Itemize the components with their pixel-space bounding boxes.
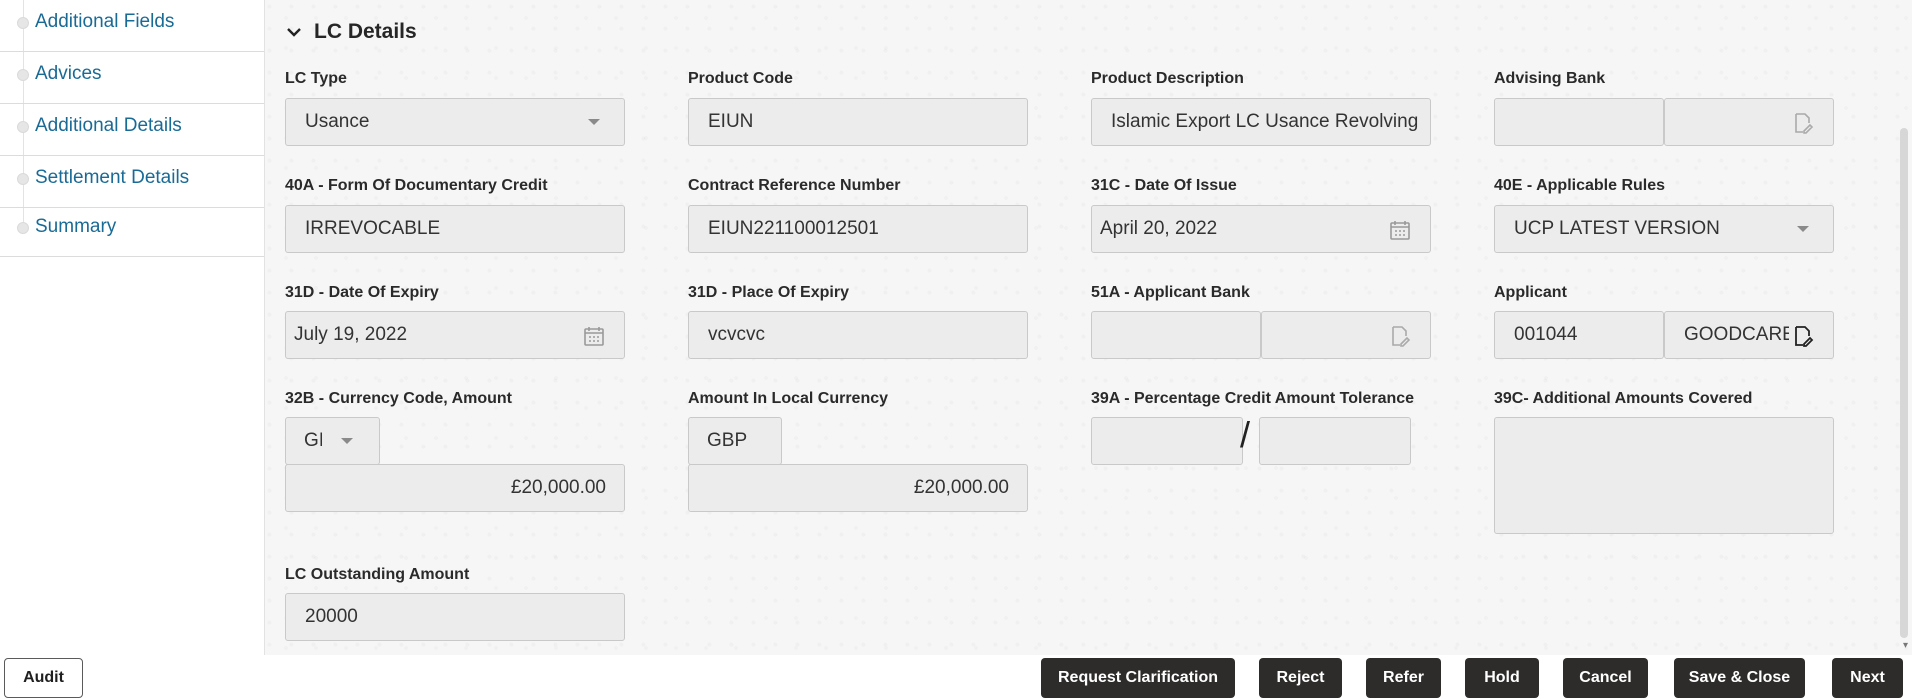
date-of-expiry-value: July 19, 2022 bbox=[294, 324, 408, 345]
advising-bank-code-field[interactable] bbox=[1494, 98, 1664, 146]
date-of-issue-label: 31C - Date Of Issue bbox=[1091, 177, 1237, 194]
step-dot-icon bbox=[17, 173, 29, 185]
applicable-rules-label: 40E - Applicable Rules bbox=[1494, 177, 1666, 194]
date-of-issue-field[interactable]: April 20, 2022 bbox=[1091, 205, 1431, 253]
dropdown-caret-icon bbox=[341, 438, 353, 444]
currency-code-value: GI bbox=[304, 430, 322, 451]
applicant-bank-code-field[interactable] bbox=[1091, 311, 1261, 359]
applicant-bank-name-field[interactable] bbox=[1261, 311, 1431, 359]
applicable-rules-value: UCP LATEST VERSION bbox=[1514, 218, 1720, 239]
dropdown-caret-icon bbox=[588, 119, 600, 125]
advising-bank-name-field[interactable] bbox=[1664, 98, 1834, 146]
applicant-label: Applicant bbox=[1494, 284, 1567, 301]
advising-bank-label: Advising Bank bbox=[1494, 70, 1606, 87]
sidebar-item-settlement-details[interactable]: Settlement Details bbox=[0, 156, 264, 208]
step-dot-icon bbox=[17, 69, 29, 81]
form-of-credit-field[interactable]: IRREVOCABLE bbox=[285, 205, 625, 253]
additional-amounts-label: 39C- Additional Amounts Covered bbox=[1494, 390, 1753, 407]
step-dot-icon bbox=[17, 121, 29, 133]
section-header[interactable]: LC Details bbox=[286, 20, 417, 44]
lc-type-label: LC Type bbox=[285, 70, 347, 87]
product-code-value: EIUN bbox=[708, 111, 754, 132]
applicant-id-field[interactable]: 001044 bbox=[1494, 311, 1664, 359]
search-document-icon[interactable] bbox=[1791, 324, 1815, 348]
dropdown-caret-icon bbox=[1797, 226, 1809, 232]
contract-ref-field[interactable]: EIUN221100012501 bbox=[688, 205, 1028, 253]
product-code-label: Product Code bbox=[688, 70, 793, 87]
sidebar-item-summary[interactable]: Summary bbox=[0, 205, 264, 257]
sidebar-item-additional-fields[interactable]: Additional Fields bbox=[0, 0, 264, 52]
calendar-icon[interactable] bbox=[582, 324, 606, 348]
save-close-button[interactable]: Save & Close bbox=[1674, 658, 1805, 698]
contract-ref-value: EIUN221100012501 bbox=[708, 218, 879, 239]
lc-type-value: Usance bbox=[305, 111, 370, 132]
place-of-expiry-field[interactable]: vcvcvc bbox=[688, 311, 1028, 359]
hold-button[interactable]: Hold bbox=[1465, 658, 1539, 698]
local-currency-field[interactable]: GBP bbox=[688, 417, 782, 465]
tolerance-separator: / bbox=[1240, 414, 1251, 455]
next-button[interactable]: Next bbox=[1832, 658, 1903, 698]
additional-amounts-textarea[interactable] bbox=[1494, 417, 1834, 534]
sidebar-item-additional-details[interactable]: Additional Details bbox=[0, 104, 264, 156]
cancel-button[interactable]: Cancel bbox=[1563, 658, 1648, 698]
outstanding-value: 20000 bbox=[305, 606, 358, 627]
step-dot-icon bbox=[17, 222, 29, 234]
chevron-down-icon[interactable] bbox=[286, 24, 302, 40]
product-description-field[interactable]: Islamic Export LC Usance Revolving bbox=[1091, 98, 1431, 146]
applicant-name-value: GOODCARE bbox=[1684, 324, 1789, 345]
product-code-field[interactable]: EIUN bbox=[688, 98, 1028, 146]
currency-code-select[interactable]: GI bbox=[285, 417, 380, 465]
date-of-issue-value: April 20, 2022 bbox=[1100, 218, 1218, 239]
sidebar-item-label: Additional Details bbox=[35, 115, 182, 136]
request-clarification-button[interactable]: Request Clarification bbox=[1041, 658, 1235, 698]
product-description-value: Islamic Export LC Usance Revolving bbox=[1111, 111, 1419, 132]
contract-ref-label: Contract Reference Number bbox=[688, 177, 901, 194]
reject-button[interactable]: Reject bbox=[1259, 658, 1342, 698]
sidebar-item-advices[interactable]: Advices bbox=[0, 52, 264, 104]
step-dot-icon bbox=[17, 17, 29, 29]
sidebar-item-label: Summary bbox=[35, 216, 117, 237]
page-scrollbar[interactable] bbox=[1900, 128, 1908, 638]
place-of-expiry-label: 31D - Place Of Expiry bbox=[688, 284, 849, 301]
local-amount-field[interactable]: £20,000.00 bbox=[688, 464, 1028, 512]
audit-button[interactable]: Audit bbox=[4, 658, 83, 698]
product-description-label: Product Description bbox=[1091, 70, 1244, 87]
form-of-credit-label: 40A - Form Of Documentary Credit bbox=[285, 177, 548, 194]
sidebar-item-label: Additional Fields bbox=[35, 11, 175, 32]
tolerance-label: 39A - Percentage Credit Amount Tolerance bbox=[1091, 390, 1415, 407]
local-currency-value: GBP bbox=[707, 430, 748, 451]
search-document-icon[interactable] bbox=[1791, 111, 1815, 135]
sidebar-nav: Additional Fields Advices Additional Det… bbox=[0, 0, 265, 655]
section-title: LC Details bbox=[314, 20, 417, 43]
currency-amount-value: £20,000.00 bbox=[510, 477, 606, 498]
place-of-expiry-value: vcvcvc bbox=[708, 324, 765, 345]
refer-button[interactable]: Refer bbox=[1366, 658, 1441, 698]
currency-amount-field[interactable]: £20,000.00 bbox=[285, 464, 625, 512]
scroll-down-arrow-icon[interactable]: ▾ bbox=[1903, 640, 1908, 651]
local-amount-label: Amount In Local Currency bbox=[688, 390, 889, 407]
currency-amount-label: 32B - Currency Code, Amount bbox=[285, 390, 512, 407]
applicable-rules-select[interactable]: UCP LATEST VERSION bbox=[1494, 205, 1834, 253]
applicant-bank-label: 51A - Applicant Bank bbox=[1091, 284, 1250, 301]
outstanding-field[interactable]: 20000 bbox=[285, 593, 625, 641]
calendar-icon[interactable] bbox=[1388, 218, 1412, 242]
outstanding-label: LC Outstanding Amount bbox=[285, 566, 470, 583]
sidebar-item-label: Advices bbox=[35, 63, 102, 84]
form-of-credit-value: IRREVOCABLE bbox=[305, 218, 441, 239]
sidebar-item-label: Settlement Details bbox=[35, 167, 190, 188]
lc-type-select[interactable]: Usance bbox=[285, 98, 625, 146]
date-of-expiry-label: 31D - Date Of Expiry bbox=[285, 284, 439, 301]
applicant-name-field[interactable]: GOODCARE bbox=[1664, 311, 1834, 359]
tolerance-plus-field[interactable] bbox=[1091, 417, 1243, 465]
date-of-expiry-field[interactable]: July 19, 2022 bbox=[285, 311, 625, 359]
applicant-id-value: 001044 bbox=[1514, 324, 1578, 345]
local-amount-value: £20,000.00 bbox=[913, 477, 1009, 498]
tolerance-minus-field[interactable] bbox=[1259, 417, 1411, 465]
search-document-icon[interactable] bbox=[1388, 324, 1412, 348]
